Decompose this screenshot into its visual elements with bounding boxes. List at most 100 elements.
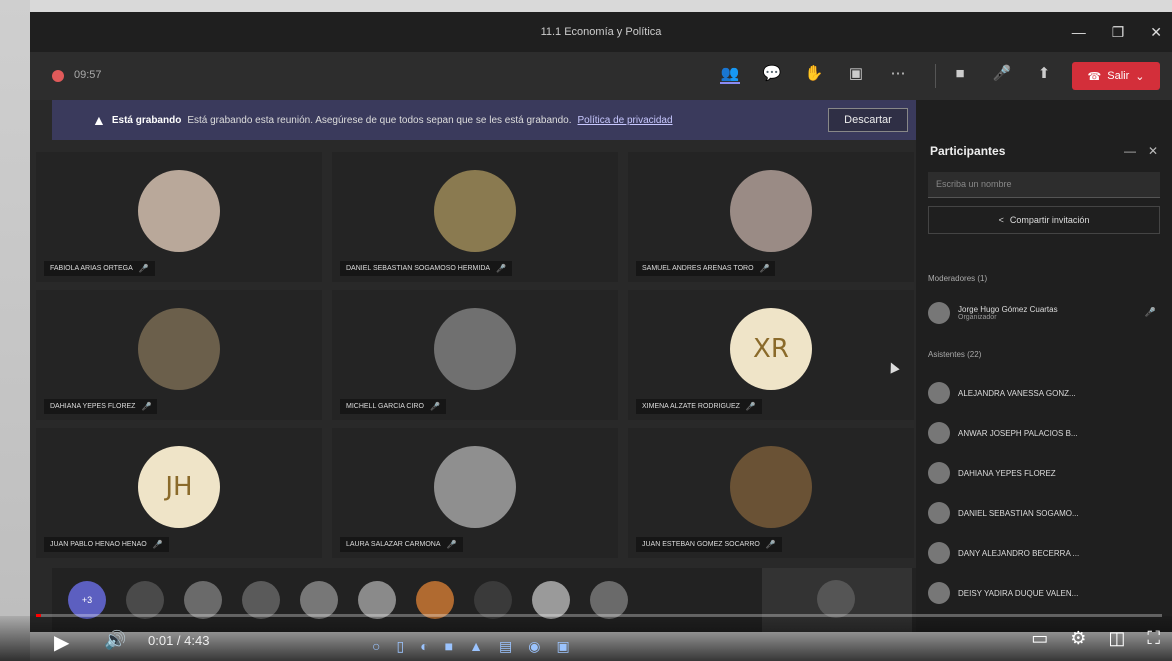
volume-icon[interactable]: 🔊 (104, 630, 126, 651)
share-invite-button[interactable]: < Compartir invitación (928, 206, 1160, 234)
avatar (434, 446, 516, 528)
microphone-icon: 🎤 (152, 540, 163, 549)
avatar (928, 502, 950, 524)
camera-off-icon[interactable]: ■ (950, 64, 970, 84)
participant-name-tag: FABIOLA ARIAS ORTEGA 🎤 (44, 261, 155, 276)
avatar (434, 308, 516, 390)
meeting-timer: 09:57 (74, 69, 102, 81)
banner-bold: Está grabando (111, 114, 182, 126)
participant-name: XIMENA ALZATE RODRIGUEZ (642, 403, 740, 410)
share-screen-icon[interactable]: ⬆ (1034, 64, 1054, 84)
panel-controls: — ✕ (1124, 144, 1158, 158)
participant-tile[interactable]: MICHELL GARCIA CIRO 🎤 (332, 290, 618, 420)
attendee-row[interactable]: ANWAR JOSEPH PALACIOS B... (928, 420, 1160, 446)
captions-icon[interactable]: ▭ (1031, 628, 1048, 649)
settings-icon[interactable]: ⚙ (1070, 628, 1086, 649)
chevron-down-icon: ⌄ (1135, 70, 1145, 83)
attendee-row[interactable]: DANIEL SEBASTIAN SOGAMO... (928, 500, 1160, 526)
participant-name-tag: LAURA SALAZAR CARMONA 🎤 (340, 537, 463, 552)
fullscreen-icon[interactable]: ⛶ (1147, 628, 1160, 649)
participant-name-tag: DANIEL SEBASTIAN SOGAMOSO HERMIDA 🎤 (340, 261, 513, 276)
microphone-icon[interactable]: 🎤 (992, 64, 1012, 84)
phone-icon: ☎ (1087, 70, 1102, 83)
participant-name-tag: JUAN ESTEBAN GOMEZ SOCARRO 🎤 (636, 537, 782, 552)
attendee-name: DAHIANA YEPES FLOREZ (958, 468, 1056, 478)
teams-icon: ▤ (498, 638, 513, 654)
participant-name: LAURA SALAZAR CARMONA (346, 541, 441, 548)
self-avatar (817, 580, 855, 618)
rooms-icon[interactable]: ▣ (846, 64, 866, 84)
participant-name: DAHIANA YEPES FLOREZ (50, 403, 136, 410)
participants-icon[interactable]: 👥 (720, 64, 740, 84)
participant-tile[interactable]: DANIEL SEBASTIAN SOGAMOSO HERMIDA 🎤 (332, 152, 618, 282)
participant-tile[interactable]: LAURA SALAZAR CARMONA 🎤 (332, 428, 618, 558)
miniplayer-icon[interactable]: ◫ (1108, 628, 1125, 649)
recording-banner: ▲ Está grabando Está grabando esta reuni… (52, 100, 916, 140)
participant-name: DANIEL SEBASTIAN SOGAMOSO HERMIDA (346, 265, 491, 272)
player-controls-right: ▭ ⚙ ◫ ⛶ (1031, 628, 1160, 649)
more-icon[interactable]: ⋯ (888, 64, 908, 84)
panel-title: Participantes (930, 144, 1006, 158)
attendee-row[interactable]: DAHIANA YEPES FLOREZ (928, 460, 1160, 486)
meeting-toolbar: 09:57 👥 💬 ✋ ▣ ⋯ ■ 🎤 ⬆ ☎ Salir ⌄ (30, 52, 1172, 100)
minimize-icon[interactable]: — (1072, 24, 1086, 41)
avatar (928, 462, 950, 484)
panel-close-icon[interactable]: ✕ (1148, 144, 1158, 158)
attendee-row[interactable]: DEISY YADIRA DUQUE VALEN... (928, 580, 1160, 606)
dismiss-button[interactable]: Descartar (828, 108, 908, 132)
left-edge (0, 0, 30, 661)
close-icon[interactable]: ✕ (1150, 24, 1162, 41)
progress-bar[interactable] (36, 614, 1162, 617)
participant-tile[interactable]: JH JUAN PABLO HENAO HENAO 🎤 (36, 428, 322, 558)
warning-icon: ▲ (92, 112, 106, 128)
attendee-name: ANWAR JOSEPH PALACIOS B... (958, 428, 1078, 438)
participant-tile[interactable]: XR XIMENA ALZATE RODRIGUEZ 🎤 (628, 290, 914, 420)
avatar (928, 422, 950, 444)
title-bar: 11.1 Economía y Política — ❐ ✕ (30, 12, 1172, 52)
attendees-header[interactable]: Asistentes (22) (928, 350, 981, 359)
task-view-icon: ▯ (396, 638, 405, 654)
avatar (928, 542, 950, 564)
participant-name: SAMUEL ANDRES ARENAS TORO (642, 265, 754, 272)
avatar (928, 382, 950, 404)
video-grid: FABIOLA ARIAS ORTEGA 🎤 DANIEL SEBASTIAN SO… (36, 152, 916, 558)
participant-name-tag: MICHELL GARCIA CIRO 🎤 (340, 399, 446, 414)
avatar (928, 302, 950, 324)
microphone-icon: 🎤 (429, 402, 440, 411)
leave-button[interactable]: ☎ Salir ⌄ (1072, 62, 1160, 90)
play-icon[interactable]: ▶ (54, 630, 69, 655)
share-icon: < (998, 215, 1004, 225)
attendee-row[interactable]: ALEJANDRA VANESSA GONZ... (928, 380, 1160, 406)
organizer-row[interactable]: Jorge Hugo Gómez Cuartas Organizador 🎤 (928, 300, 1160, 326)
attendee-row[interactable]: DANY ALEJANDRO BECERRA ... (928, 540, 1160, 566)
participant-tile[interactable]: JUAN ESTEBAN GOMEZ SOCARRO 🎤 (628, 428, 914, 558)
maximize-icon[interactable]: ❐ (1112, 24, 1125, 41)
raise-hand-icon[interactable]: ✋ (804, 64, 824, 84)
participant-tile[interactable]: SAMUEL ANDRES ARENAS TORO 🎤 (628, 152, 914, 282)
avatar: XR (730, 308, 812, 390)
attendee-name: DANIEL SEBASTIAN SOGAMO... (958, 508, 1079, 518)
attendee-name: DANY ALEJANDRO BECERRA ... (958, 548, 1080, 558)
search-icon: ○ (372, 638, 381, 654)
mail-icon: ▲ (469, 638, 483, 654)
panel-minimize-icon[interactable]: — (1124, 144, 1136, 158)
organizer-role: Organizador (958, 314, 997, 321)
attendee-name: ALEJANDRA VANESSA GONZ... (958, 388, 1076, 398)
share-label: Compartir invitación (1009, 215, 1090, 225)
device-controls: ■ 🎤 ⬆ (950, 64, 1054, 84)
privacy-link[interactable]: Política de privacidad (578, 115, 673, 126)
toolbar-divider (935, 64, 936, 88)
participant-tile[interactable]: DAHIANA YEPES FLOREZ 🎤 (36, 290, 322, 420)
participant-search-input[interactable]: Escriba un nombre (928, 172, 1160, 198)
participants-panel: Participantes — ✕ Escriba un nombre < Co… (916, 100, 1172, 632)
participant-tile[interactable]: FABIOLA ARIAS ORTEGA 🎤 (36, 152, 322, 282)
avatar (730, 446, 812, 528)
avatar (434, 170, 516, 252)
avatar (138, 170, 220, 252)
chrome-icon: ◉ (528, 638, 541, 654)
avatar: JH (138, 446, 220, 528)
moderators-header[interactable]: Moderadores (1) (928, 274, 987, 283)
participant-name: JUAN ESTEBAN GOMEZ SOCARRO (642, 541, 760, 548)
banner-text: Está grabando esta reunión. Asegúrese de… (187, 114, 572, 126)
chat-icon[interactable]: 💬 (762, 64, 782, 84)
